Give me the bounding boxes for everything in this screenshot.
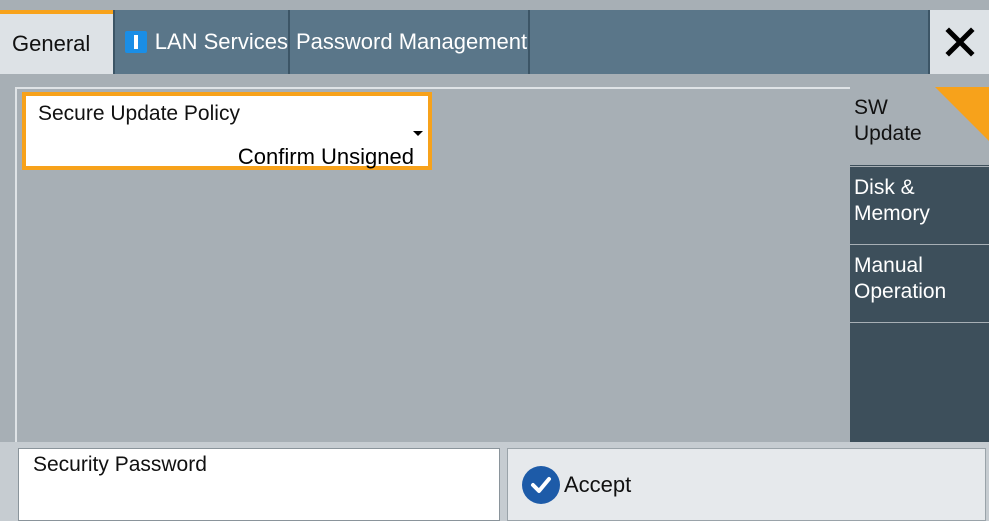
close-button[interactable] bbox=[928, 10, 989, 74]
checkmark-icon bbox=[522, 465, 560, 504]
security-password-label: Security Password bbox=[33, 453, 207, 476]
tab-lan-services-label: LAN Services bbox=[154, 29, 288, 54]
dropdown-arrow-icon bbox=[413, 131, 423, 136]
accept-button[interactable]: Accept bbox=[507, 448, 986, 521]
indicator-icon bbox=[125, 31, 147, 53]
tab-bar-filler bbox=[530, 10, 928, 74]
accept-label: Accept bbox=[564, 471, 632, 497]
security-password-field[interactable]: Security Password bbox=[18, 448, 500, 521]
side-tab-disk-memory-line2: Memory bbox=[854, 202, 930, 225]
active-corner-marker bbox=[935, 87, 989, 141]
tab-password-management-label: Password Management bbox=[296, 29, 528, 54]
tab-bar: General LAN Services Password Management bbox=[0, 0, 989, 83]
secure-update-policy-label: Secure Update Policy bbox=[38, 102, 240, 125]
side-tab-disk-memory-line1: Disk & bbox=[854, 176, 915, 199]
tab-password-management[interactable]: Password Management bbox=[288, 10, 530, 74]
side-tab-manual-operation[interactable]: Manual Operation bbox=[850, 244, 989, 323]
side-tab-sw-update[interactable]: SW Update bbox=[850, 87, 989, 165]
secure-update-policy-value: Confirm Unsigned bbox=[237, 144, 414, 169]
side-tab-manual-operation-line1: Manual bbox=[854, 254, 923, 277]
side-tab-manual-operation-line2: Operation bbox=[854, 280, 947, 303]
secure-update-policy-dropdown[interactable]: Secure Update Policy Confirm Unsigned bbox=[22, 92, 432, 170]
tab-general[interactable]: General bbox=[0, 10, 113, 74]
tab-lan-services[interactable]: LAN Services bbox=[113, 10, 288, 74]
close-icon bbox=[944, 27, 975, 57]
tab-general-label: General bbox=[12, 31, 91, 56]
side-tab-bar: SW Update Disk & Memory Manual Operation bbox=[850, 87, 989, 442]
side-tab-disk-memory[interactable]: Disk & Memory bbox=[850, 166, 989, 243]
